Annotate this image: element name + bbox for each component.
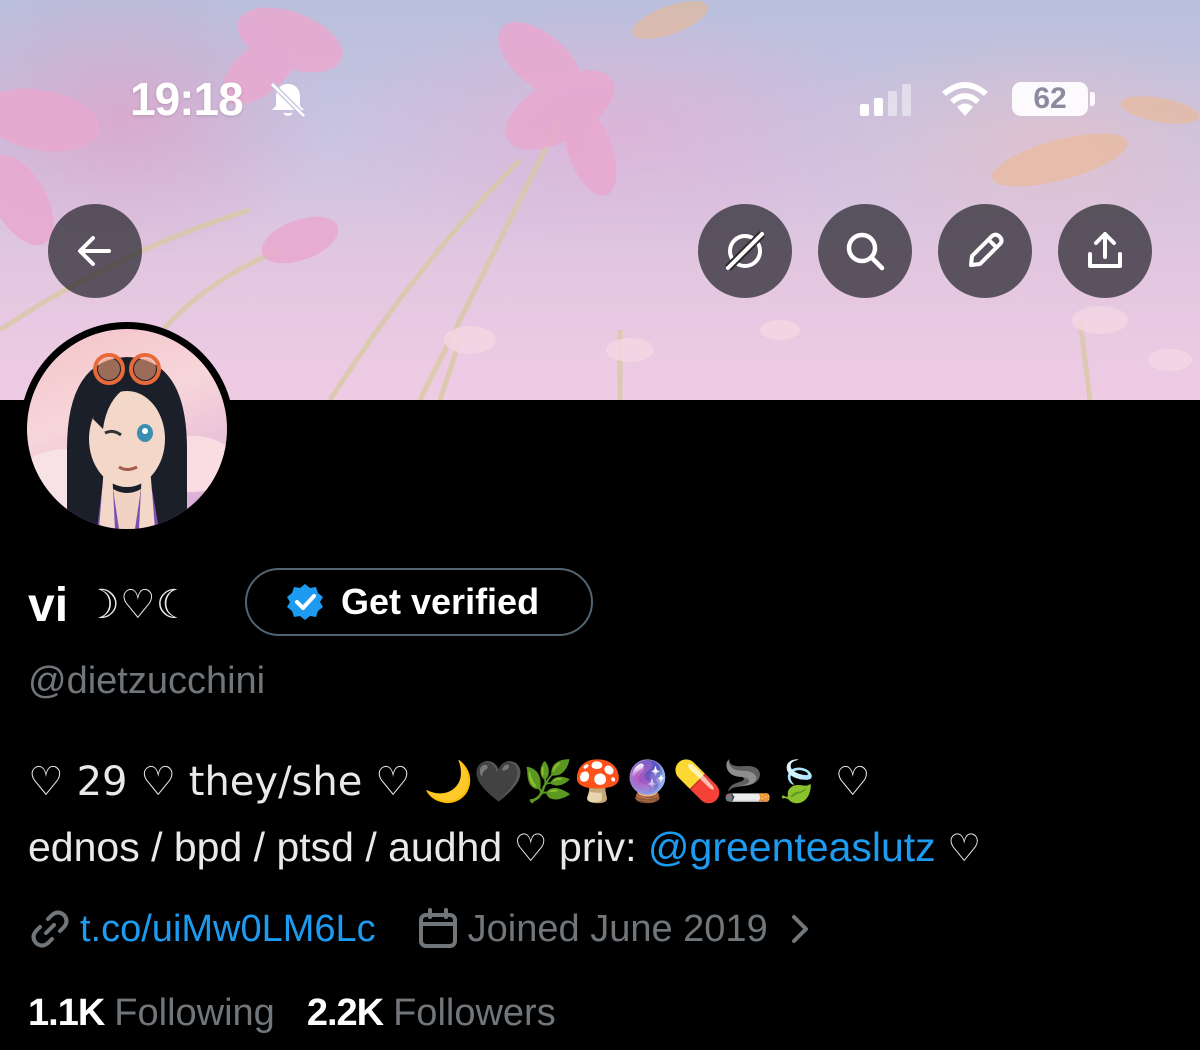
bio-line-1: ♡ 29 ♡ they/she ♡ 🌙🖤🌿🍄🔮💊🚬🍃 ♡ (28, 759, 871, 805)
bio-mention-link[interactable]: @greenteaslutz (648, 824, 936, 870)
search-button[interactable] (818, 204, 912, 298)
grok-button[interactable] (698, 204, 792, 298)
calendar-icon (418, 908, 457, 948)
bio-priv-label: priv: (559, 824, 648, 870)
search-icon (846, 232, 885, 271)
battery-icon: 62 (1012, 82, 1088, 116)
chevron-right-icon[interactable] (782, 907, 822, 951)
avatar-image (27, 329, 227, 529)
wifi-icon (942, 82, 988, 116)
followers-stat[interactable]: 2.2K Followers (307, 992, 556, 1035)
grok-icon (725, 231, 765, 271)
get-verified-button[interactable]: Get verified (245, 568, 593, 636)
profile-website-link[interactable]: t.co/uiMw0LM6Lc (80, 908, 376, 951)
followers-count: 2.2K (306, 992, 384, 1034)
share-icon (1088, 232, 1122, 268)
arrow-left-icon (78, 236, 111, 266)
bell-slash-icon (270, 82, 306, 118)
avatar[interactable] (20, 322, 234, 536)
status-time: 19:18 (130, 73, 244, 125)
profile-meta-row: t.co/uiMw0LM6Lc Joined June 2019 (28, 904, 822, 954)
follow-stats: 1.1K Following 2.2K Followers (28, 992, 556, 1035)
display-name-row: vi ☽♡☾ (28, 574, 192, 636)
following-label: Following (114, 992, 275, 1034)
battery-nub (1090, 92, 1095, 106)
get-verified-label: Get verified (341, 581, 540, 622)
anime-character-illustration (27, 353, 227, 529)
verified-badge-icon (287, 584, 323, 620)
profile-handle: @dietzucchini (28, 660, 266, 702)
followers-label: Followers (393, 992, 556, 1034)
bio-heart: ♡ (513, 826, 548, 870)
cellular-signal-icon (860, 84, 911, 116)
back-button[interactable] (48, 204, 142, 298)
display-name: vi (28, 578, 69, 632)
link-icon (31, 910, 69, 948)
bio-text: ednos / bpd / ptsd / audhd (28, 824, 503, 870)
following-stat[interactable]: 1.1K Following (28, 992, 275, 1035)
edit-button[interactable] (938, 204, 1032, 298)
display-name-symbols: ☽♡☾ (84, 582, 192, 628)
pencil-icon (969, 232, 1004, 267)
bio-heart: ♡ (947, 826, 982, 870)
bio-line-2: ednos / bpd / ptsd / audhd ♡ priv: @gree… (28, 824, 981, 871)
share-button[interactable] (1058, 204, 1152, 298)
following-count: 1.1K (28, 992, 105, 1034)
joined-date[interactable]: Joined June 2019 (468, 908, 768, 951)
